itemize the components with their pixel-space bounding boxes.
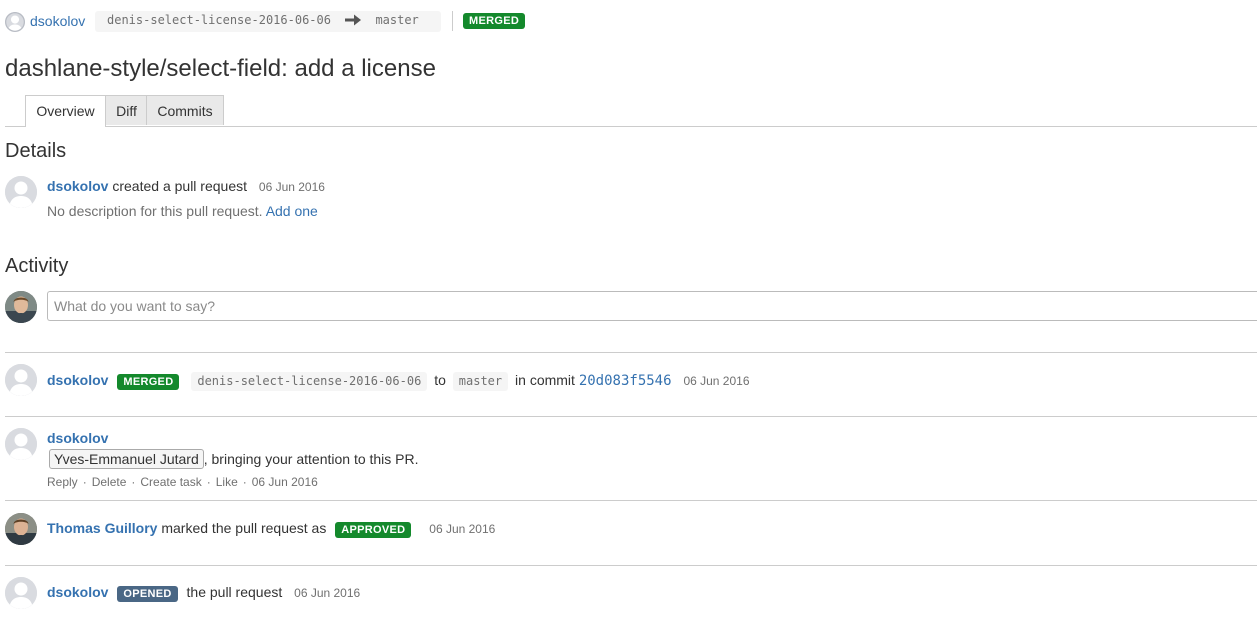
person-silhouette-icon[interactable] (5, 176, 37, 208)
comment-date: 06 Jun 2016 (251, 475, 318, 489)
description-text: No description for this pull request. (47, 203, 263, 219)
status-badge: MERGED (463, 13, 526, 29)
activity-date: 06 Jun 2016 (429, 522, 496, 536)
add-description-link[interactable]: Add one (266, 203, 318, 219)
target-branch[interactable]: master (452, 372, 509, 391)
details-heading: Details (5, 140, 67, 162)
activity-heading: Activity (5, 255, 69, 277)
comment-author-link[interactable]: dsokolov (47, 430, 108, 446)
commit-hash-link[interactable]: 20d083f5546 (579, 373, 672, 389)
in-commit-text: in commit (515, 372, 575, 388)
target-branch[interactable]: master (375, 13, 418, 27)
right-arrow-icon (344, 14, 362, 30)
details-line: dsokolov created a pull request 06 Jun 2… (47, 178, 325, 194)
tab-commits[interactable]: Commits (146, 95, 224, 125)
activity-author-link[interactable]: dsokolov (47, 584, 108, 600)
merged-badge: MERGED (117, 374, 180, 390)
like-link[interactable]: Like (216, 475, 238, 489)
source-branch[interactable]: denis-select-license-2016-06-06 (191, 372, 428, 391)
create-task-link[interactable]: Create task (140, 475, 201, 489)
activity-date: 06 Jun 2016 (683, 374, 750, 388)
user-photo-icon[interactable] (5, 291, 37, 323)
author-avatar-icon[interactable] (5, 12, 25, 32)
activity-date: 06 Jun 2016 (294, 586, 361, 600)
header-divider (452, 11, 453, 31)
user-mention[interactable]: Yves-Emmanuel Jutard (49, 449, 204, 469)
opened-badge: OPENED (117, 586, 178, 602)
person-silhouette-icon[interactable] (5, 364, 37, 396)
approved-text: marked the pull request as (161, 520, 327, 536)
approver-link[interactable]: Thomas Guillory (47, 520, 157, 536)
person-silhouette-icon[interactable] (5, 577, 37, 609)
reply-link[interactable]: Reply (47, 475, 78, 489)
person-silhouette-icon[interactable] (5, 428, 37, 460)
activity-divider (5, 565, 1257, 566)
activity-divider (5, 352, 1257, 353)
page-title: dashlane-style/select-field: add a licen… (5, 55, 436, 82)
activity-author-link[interactable]: dsokolov (47, 372, 108, 388)
comment-body: Yves-Emmanuel Jutard, bringing your atte… (49, 449, 419, 469)
details-author-link[interactable]: dsokolov (47, 178, 108, 194)
to-text: to (434, 372, 446, 388)
details-description: No description for this pull request. Ad… (47, 203, 318, 219)
approved-badge: APPROVED (335, 522, 412, 538)
source-branch[interactable]: denis-select-license-2016-06-06 (107, 13, 331, 27)
tab-bar: Overview Diff Commits (5, 95, 1257, 127)
details-date: 06 Jun 2016 (258, 180, 325, 194)
header-author-link[interactable]: dsokolov (30, 13, 85, 29)
activity-item-approved: Thomas Guillory marked the pull request … (47, 520, 495, 538)
branch-route: denis-select-license-2016-06-06 master (95, 11, 441, 32)
opened-text: the pull request (186, 584, 283, 600)
delete-link[interactable]: Delete (92, 475, 127, 489)
tab-overview[interactable]: Overview (25, 95, 106, 127)
comment-text: , bringing your attention to this PR. (203, 451, 419, 467)
activity-item-merged: dsokolov MERGED denis-select-license-201… (47, 372, 750, 391)
details-action: created a pull request (112, 178, 247, 194)
comment-input[interactable] (47, 291, 1257, 321)
tab-diff[interactable]: Diff (105, 95, 148, 125)
activity-item-opened: dsokolov OPENED the pull request 06 Jun … (47, 584, 360, 602)
user-photo-icon[interactable] (5, 513, 37, 545)
activity-divider (5, 416, 1257, 417)
activity-divider (5, 500, 1257, 501)
comment-actions: Reply · Delete · Create task · Like · 06 Jun 201… (47, 475, 318, 489)
